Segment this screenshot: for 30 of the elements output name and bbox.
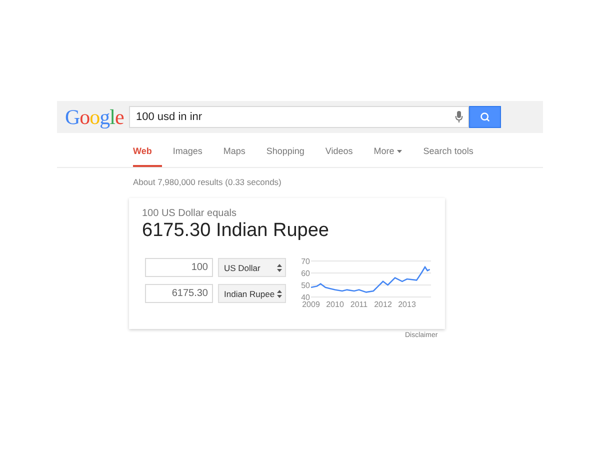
axis-label: 2010 — [326, 300, 344, 309]
nav-tab[interactable]: Search tools — [423, 133, 484, 167]
microphone-icon[interactable] — [455, 111, 463, 123]
search-button[interactable] — [469, 106, 501, 128]
result-stats: About 7,980,000 results (0.33 seconds) — [133, 177, 282, 187]
nav-tab[interactable]: Videos — [325, 133, 363, 167]
nav-tab[interactable]: Shopping — [266, 133, 314, 167]
nav-tab[interactable]: Images — [172, 133, 212, 167]
updown-arrows-icon — [277, 290, 282, 298]
nav-tab[interactable]: Web — [133, 133, 162, 167]
conversion-caption: 100 US Dollar equals — [142, 208, 238, 219]
axis-label: 2011 — [350, 300, 368, 309]
currency-select[interactable]: Indian Rupee — [218, 284, 286, 303]
nav-tab[interactable]: Maps — [223, 133, 256, 167]
axis-label: 2012 — [374, 300, 392, 309]
currency-select[interactable]: US Dollar — [218, 258, 286, 277]
axis-label: 2009 — [302, 300, 320, 309]
axis-label: 40 — [301, 293, 310, 302]
amount-field[interactable]: 100 — [145, 258, 213, 277]
nav-tab[interactable]: More — [374, 133, 412, 167]
search-field[interactable]: 100 usd in inr — [129, 106, 469, 128]
amount-field[interactable]: 6175.30 — [145, 284, 213, 303]
axis-label: 70 — [301, 257, 310, 266]
conversion-result: 6175.30 Indian Rupee — [142, 220, 330, 242]
updown-arrows-icon — [277, 264, 282, 272]
axis-label: 2013 — [398, 300, 416, 309]
search-icon — [480, 112, 490, 122]
axis-label: 50 — [301, 281, 310, 290]
google-logo[interactable]: Google — [65, 106, 129, 128]
axis-label: 60 — [301, 269, 310, 278]
